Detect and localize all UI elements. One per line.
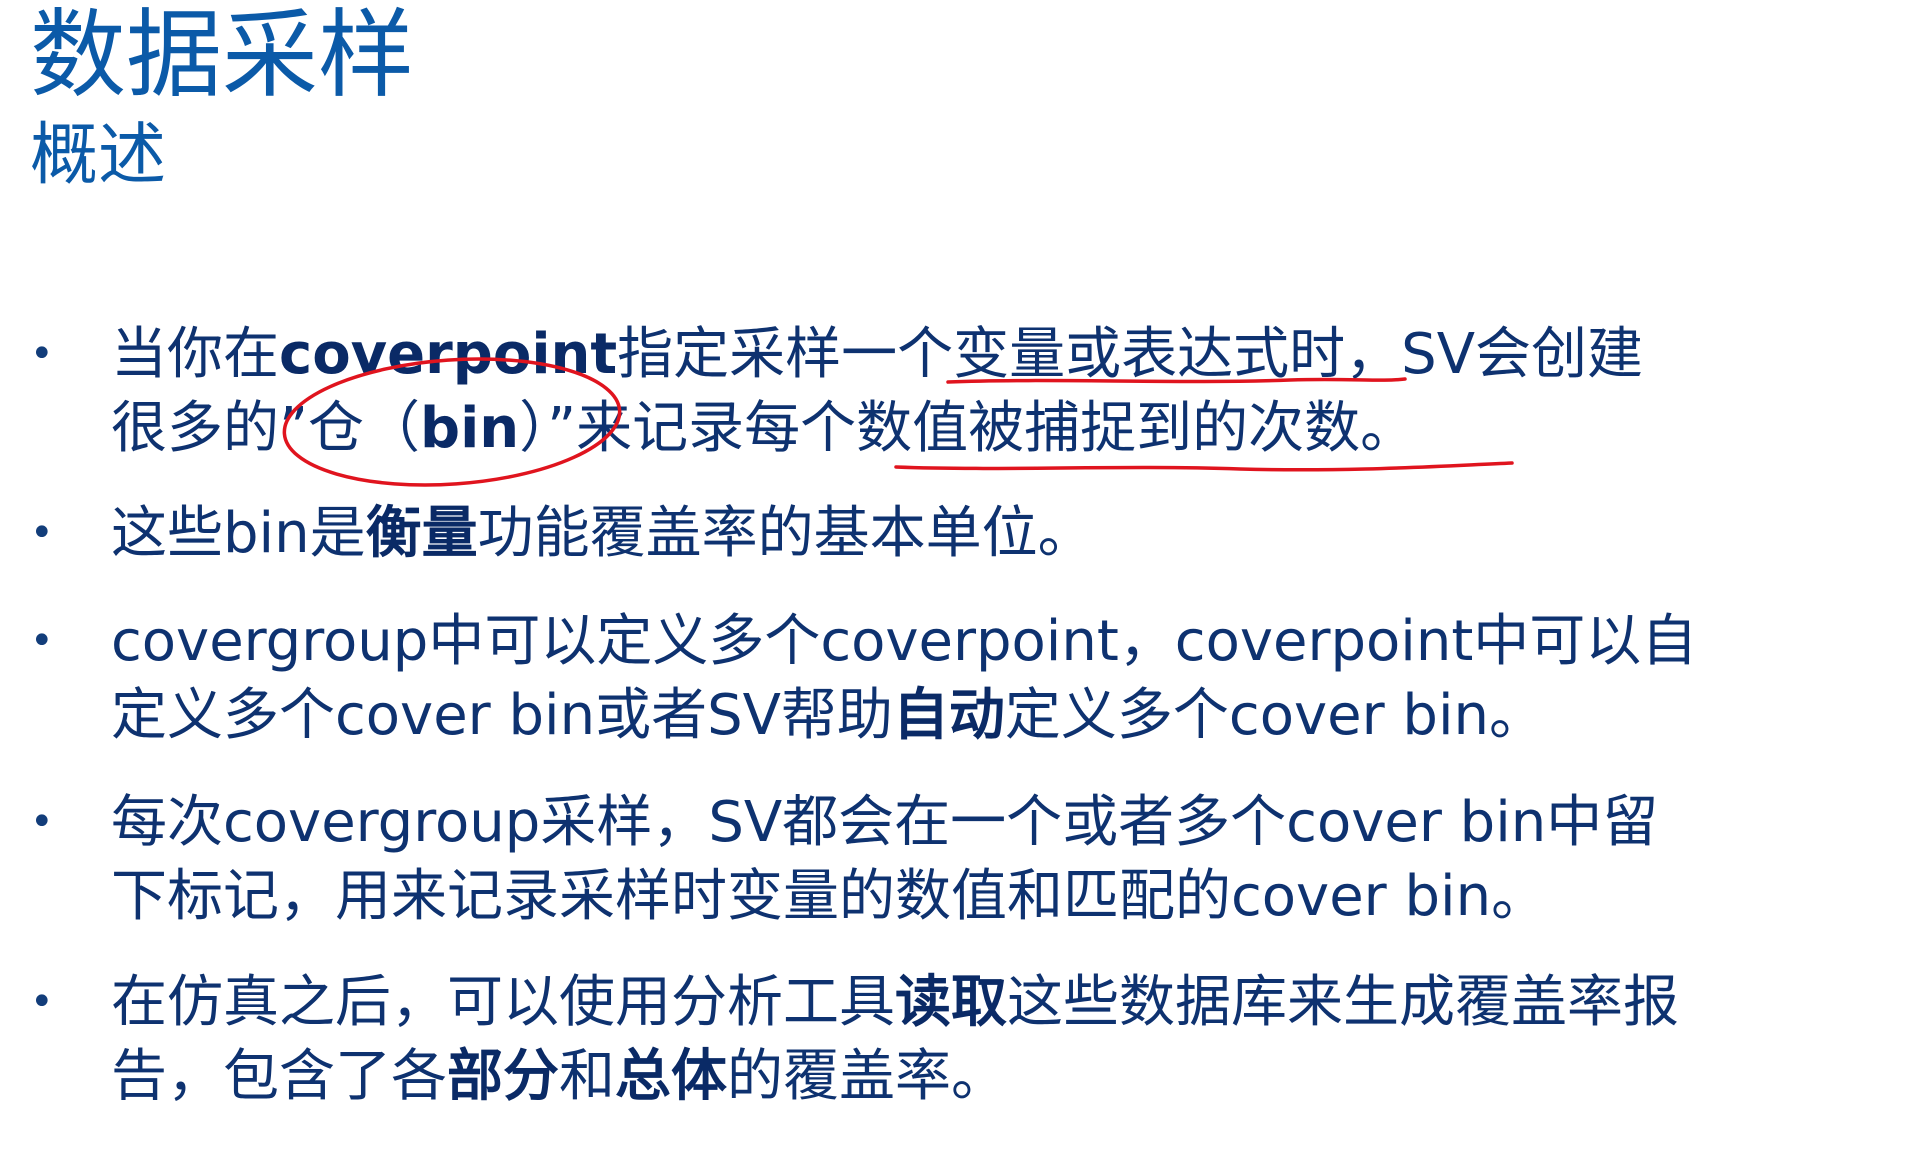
text-run: 定义多个cover bin或者SV帮助 — [111, 683, 893, 748]
bullet-text: 当你在coverpoint指定采样一个变量或表达式时，SV会创建 很多的”仓（b… — [111, 318, 1881, 466]
bold-term: 部分 — [447, 1044, 559, 1109]
bold-term: coverpoint — [279, 322, 618, 387]
text-run: 定义多个cover bin。 — [1004, 683, 1545, 748]
bullet-dot: • — [30, 979, 54, 1025]
text-run: 在仿真之后，可以使用分析工具 — [111, 970, 895, 1035]
bullet-line: 很多的”仓（bin）”来记录每个数值被捕捉到的次数。 — [111, 392, 1881, 466]
bullet-dot: • — [30, 618, 54, 664]
slide-title: 数据采样 — [30, 0, 414, 111]
bullet-line: 这些bin是衡量功能覆盖率的基本单位。 — [111, 497, 1881, 571]
text-run: 和 — [559, 1044, 615, 1109]
text-run: 当你在 — [111, 322, 279, 387]
bullet-text: 每次covergroup采样，SV都会在一个或者多个cover bin中留 下标… — [111, 786, 1881, 934]
text-run: 这些数据库来生成覆盖率报 — [1007, 970, 1679, 1035]
bullet-dot: • — [30, 331, 54, 377]
text-run: 很多的”仓（ — [111, 396, 421, 461]
bullet-line: 告，包含了各部分和总体的覆盖率。 — [111, 1040, 1881, 1114]
bold-term: 衡量 — [365, 501, 478, 566]
bullet-text: covergroup中可以定义多个coverpoint，coverpoint中可… — [111, 605, 1881, 753]
bullet-text: 这些bin是衡量功能覆盖率的基本单位。 — [111, 497, 1881, 571]
bold-term: bin — [420, 396, 520, 461]
bullet-line: 在仿真之后，可以使用分析工具读取这些数据库来生成覆盖率报 — [111, 966, 1881, 1040]
slide-subtitle: 概述 — [30, 116, 167, 195]
bullet-text: 在仿真之后，可以使用分析工具读取这些数据库来生成覆盖率报 告，包含了各部分和总体… — [111, 966, 1881, 1114]
bullet-line: 定义多个cover bin或者SV帮助自动定义多个cover bin。 — [111, 679, 1881, 753]
text-run: 的覆盖率。 — [727, 1044, 1007, 1109]
bold-term: 自动 — [892, 683, 1005, 748]
bullet-line: covergroup中可以定义多个coverpoint，coverpoint中可… — [111, 609, 1698, 674]
bullet-line: 每次covergroup采样，SV都会在一个或者多个cover bin中留 — [111, 790, 1659, 855]
text-run: 这些bin是 — [111, 501, 366, 566]
bold-term: 总体 — [615, 1044, 727, 1109]
text-run: 功能覆盖率的基本单位。 — [477, 501, 1094, 566]
bullet-dot: • — [30, 799, 54, 845]
text-run: ）”来记录每个数值被捕捉到的次数。 — [519, 396, 1417, 461]
text-run: 告，包含了各 — [111, 1044, 447, 1109]
bullet-dot: • — [30, 510, 54, 556]
bold-term: 读取 — [895, 970, 1007, 1035]
text-run: 指定采样一个变量或表达式时，SV会创建 — [617, 322, 1644, 387]
bullet-line: 下标记，用来记录采样时变量的数值和匹配的cover bin。 — [111, 864, 1548, 929]
bullet-line: 当你在coverpoint指定采样一个变量或表达式时，SV会创建 — [111, 318, 1881, 392]
slide: 数据采样 概述 • 当你在coverpoint指定采样一个变量或表达式时，SV会… — [0, 0, 1914, 1162]
